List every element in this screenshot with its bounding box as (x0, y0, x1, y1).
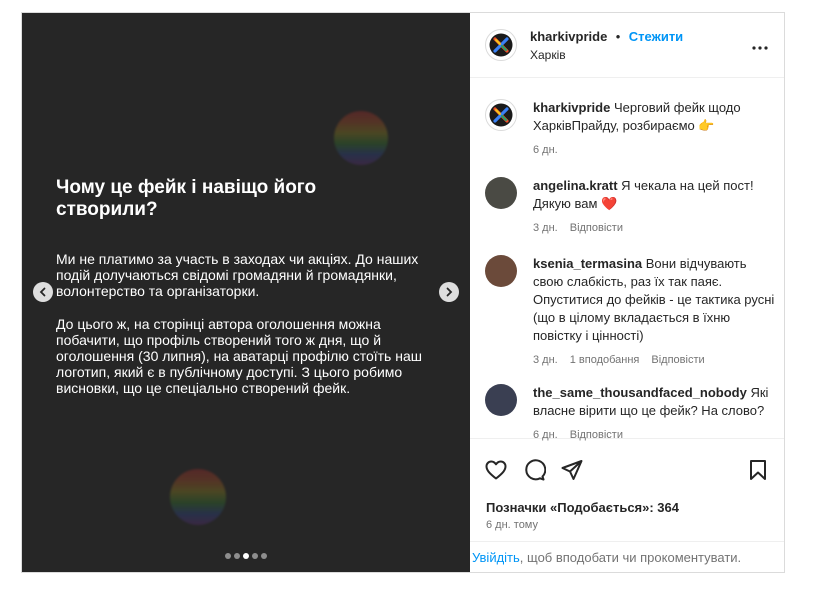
reply-button[interactable]: Відповісти (651, 351, 704, 369)
commenter-avatar[interactable] (485, 384, 517, 416)
next-slide-button[interactable] (439, 282, 459, 302)
profile-avatar[interactable] (485, 29, 517, 61)
more-options-button[interactable] (751, 35, 769, 56)
carousel-dot (234, 553, 240, 559)
commenter-avatar[interactable] (485, 177, 517, 209)
comment-bubble-icon[interactable] (522, 458, 546, 482)
post-side-panel: kharkivpride • Стежити Харків kharkivpri… (470, 13, 784, 572)
comment-time[interactable]: 3 дн. (533, 219, 558, 237)
comment-body: ksenia_termasina Вони відчувають свою сл… (533, 255, 775, 369)
carousel-dot (252, 553, 258, 559)
comment-likes-count[interactable]: 1 вподобання (570, 351, 640, 369)
comment-item: angelina.kratt Я чекала на цей пост! Дяк… (485, 177, 775, 237)
post-media-slide[interactable]: Чому це фейк і навіщо його створили? Ми … (22, 13, 470, 572)
slide-paragraph-2: До цього ж, на сторінці автора оголошенн… (56, 316, 422, 396)
caption-avatar[interactable] (485, 99, 517, 131)
reply-button[interactable]: Відповісти (570, 426, 623, 444)
comment-item: the_same_thousandfaced_nobody Які власне… (485, 384, 775, 444)
login-link[interactable]: Увійдіть (472, 550, 520, 565)
caption-meta: 6 дн. (533, 141, 775, 159)
header-separator: • (615, 29, 621, 44)
carousel-dots (225, 553, 267, 559)
caption-time[interactable]: 6 дн. (533, 141, 558, 159)
carousel-dot (261, 553, 267, 559)
reply-button[interactable]: Відповісти (570, 219, 623, 237)
chevron-right-icon (446, 287, 453, 297)
like-heart-icon[interactable] (484, 458, 508, 482)
caption-body: kharkivpride Черговий фейк щодо ХарківПр… (533, 99, 775, 159)
comment-username[interactable]: ksenia_termasina (533, 256, 642, 271)
save-bookmark-icon[interactable] (746, 458, 770, 482)
carousel-dot (225, 553, 231, 559)
comment-body: angelina.kratt Я чекала на цей пост! Дяк… (533, 177, 775, 237)
comment-username[interactable]: the_same_thousandfaced_nobody (533, 385, 747, 400)
comments-list: kharkivpride Черговий фейк щодо ХарківПр… (470, 78, 784, 441)
kharkivpride-logo-icon (489, 103, 513, 127)
instagram-post: Чому це фейк і навіщо його створили? Ми … (21, 12, 785, 573)
slide-title: Чому це фейк і навіщо його створили? (56, 177, 317, 220)
more-horizontal-icon (752, 45, 768, 50)
comment-meta: 3 дн. 1 вподобання Відповісти (533, 351, 775, 369)
post-actions-bar (470, 438, 784, 500)
rainbow-decoration-bottom (170, 469, 226, 525)
slide-paragraph-1: Ми не платимо за участь в заходах чи акц… (56, 251, 419, 299)
login-prompt-text: , щоб вподобати чи прокоментувати. (519, 549, 742, 565)
previous-slide-button[interactable] (33, 282, 53, 302)
header-location[interactable]: Харків (530, 48, 683, 62)
comment-username[interactable]: angelina.kratt (533, 178, 618, 193)
login-prompt: Увійдіть, щоб вподобати чи прокоментуват… (470, 541, 784, 572)
commenter-avatar[interactable] (485, 255, 517, 287)
header-username[interactable]: kharkivpride (530, 29, 607, 44)
follow-button[interactable]: Стежити (629, 29, 683, 44)
caption-username[interactable]: kharkivpride (533, 100, 610, 115)
comment-meta: 6 дн. Відповісти (533, 426, 775, 444)
chevron-left-icon (39, 287, 46, 297)
kharkivpride-logo-icon (489, 33, 513, 57)
post-time[interactable]: 6 дн. тому (470, 515, 784, 531)
share-send-icon[interactable] (560, 458, 584, 482)
comment-time[interactable]: 3 дн. (533, 351, 558, 369)
comment-time[interactable]: 6 дн. (533, 426, 558, 444)
header-text: kharkivpride • Стежити Харків (530, 28, 683, 62)
carousel-dot-active (243, 553, 249, 559)
likes-count[interactable]: Позначки «Подобається»: 364 (470, 500, 784, 515)
rainbow-decoration-top (334, 111, 388, 165)
caption-item: kharkivpride Черговий фейк щодо ХарківПр… (485, 99, 775, 159)
comment-meta: 3 дн. Відповісти (533, 219, 775, 237)
comment-item: ksenia_termasina Вони відчувають свою сл… (485, 255, 775, 369)
comment-body: the_same_thousandfaced_nobody Які власне… (533, 384, 775, 444)
post-header: kharkivpride • Стежити Харків (470, 13, 784, 78)
